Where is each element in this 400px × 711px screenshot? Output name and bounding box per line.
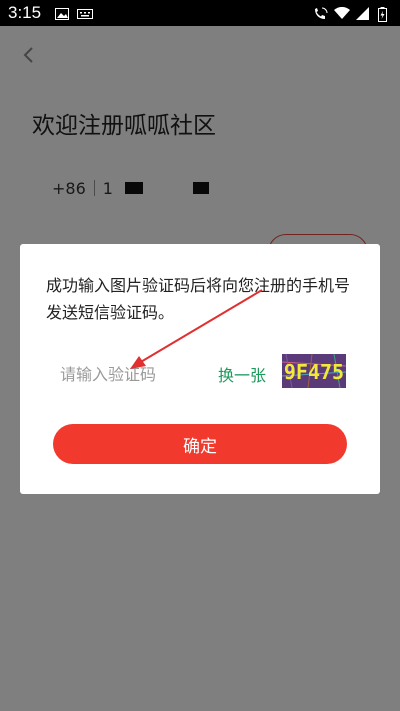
status-time: 3:15 [8,3,42,22]
image-icon [55,7,70,20]
signal-icon [356,7,370,20]
wifi-calling-icon [312,7,328,19]
status-bar-left: 3:15 [8,3,94,23]
battery-icon [378,7,392,22]
captcha-image[interactable]: 9F475 [282,354,346,388]
wifi-icon [334,6,350,20]
status-bar-right [312,6,392,22]
status-bar: 3:15 [0,0,400,26]
captcha-dialog: 成功输入图片验证码后将向您注册的手机号发送短信验证码。 换一张 9F475 确定 [20,244,380,494]
keyboard-icon [77,7,94,19]
captcha-text: 9F475 [284,360,344,384]
dialog-message: 成功输入图片验证码后将向您注册的手机号发送短信验证码。 [46,276,351,322]
refresh-captcha-link[interactable]: 换一张 [218,362,266,386]
captcha-input[interactable] [46,356,216,392]
confirm-button[interactable]: 确定 [53,424,347,464]
